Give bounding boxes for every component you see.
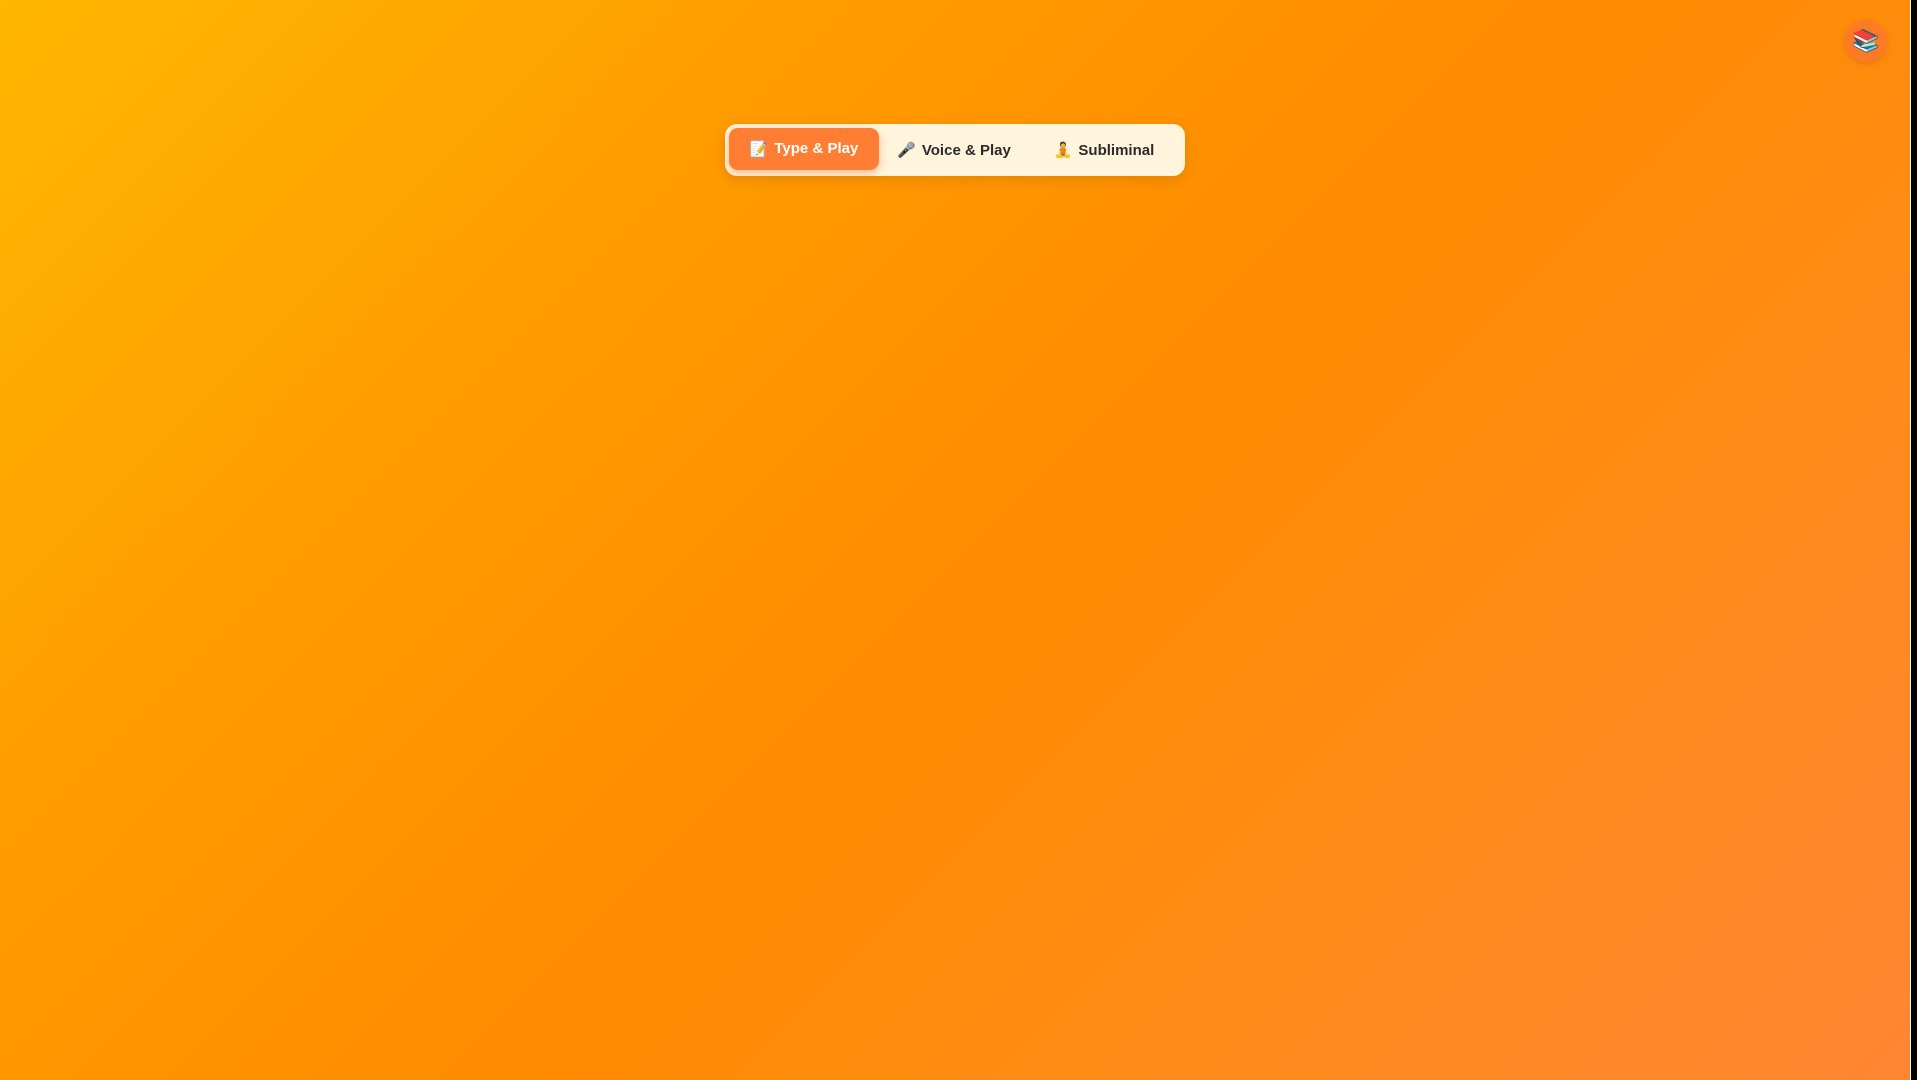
tab-label: Type & Play <box>774 140 859 157</box>
library-button[interactable]: 📚 <box>1845 20 1887 62</box>
tab-subliminal[interactable]: 🧘 Subliminal <box>1029 129 1179 171</box>
app-background: 📚 📝 Type & Play 🎤 Voice & Play 🧘 Sublimi… <box>0 0 1910 1080</box>
tab-voice-and-play[interactable]: 🎤 Voice & Play <box>879 129 1029 171</box>
microphone-icon: 🎤 <box>897 142 916 159</box>
books-icon: 📚 <box>1852 28 1880 53</box>
scrollbar-track[interactable] <box>1911 0 1917 1080</box>
tab-type-and-play[interactable]: 📝 Type & Play <box>729 127 879 170</box>
tab-label: Subliminal <box>1078 141 1155 159</box>
tab-label: Voice & Play <box>921 141 1011 159</box>
meditation-icon: 🧘 <box>1053 142 1073 159</box>
memo-icon: 📝 <box>749 140 769 158</box>
mode-tab-bar: 📝 Type & Play 🎤 Voice & Play 🧘 Sublimina… <box>725 124 1185 176</box>
